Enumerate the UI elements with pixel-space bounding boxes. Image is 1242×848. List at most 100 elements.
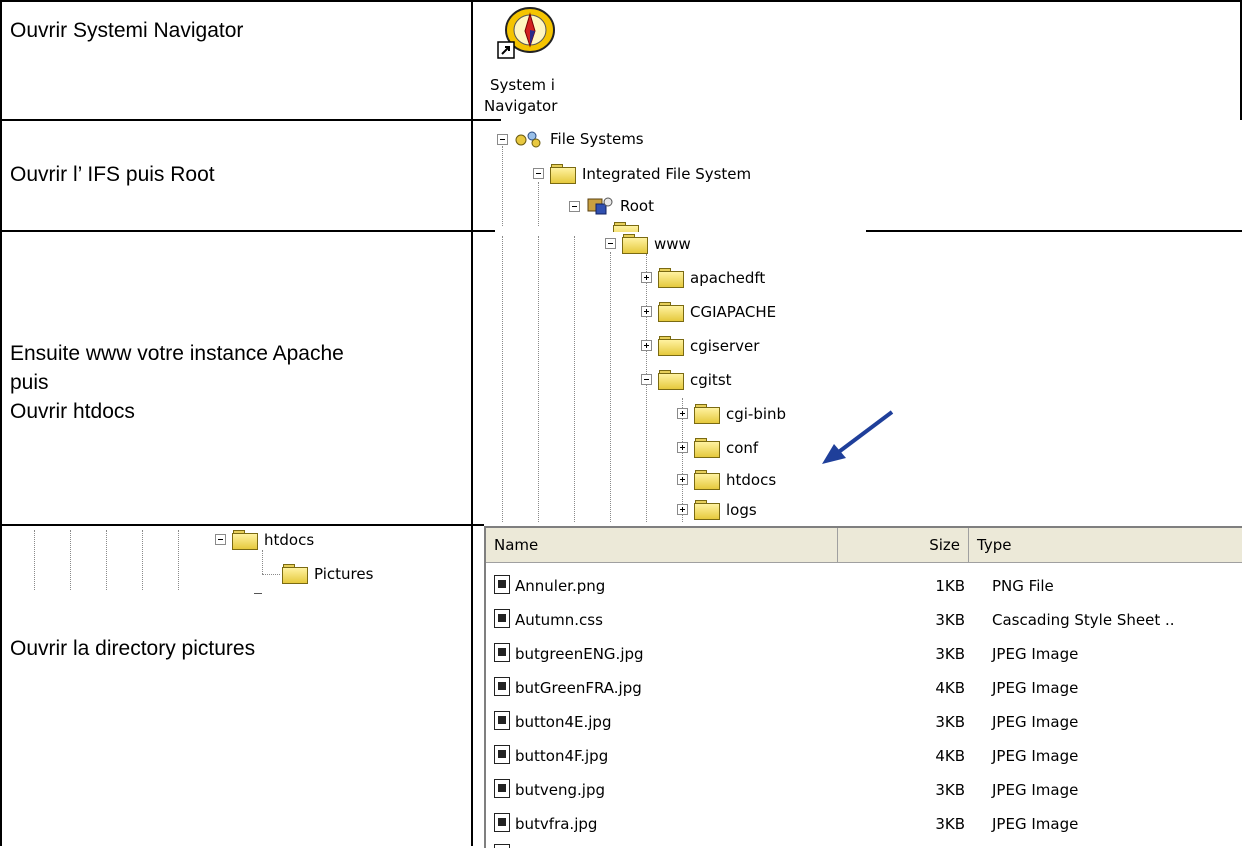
- root-icon: [587, 197, 613, 215]
- expand-icon[interactable]: [677, 442, 688, 453]
- tree-label: conf: [726, 438, 759, 457]
- table-column-divider: [471, 0, 473, 846]
- tree-guide: [70, 530, 71, 590]
- collapse-icon[interactable]: [605, 238, 616, 249]
- file-size: 1KB: [935, 577, 965, 595]
- expand-icon[interactable]: [641, 272, 652, 283]
- folder-icon: [694, 470, 720, 490]
- image-file-icon: [494, 575, 510, 594]
- tree-item-ifs[interactable]: Integrated File System: [533, 164, 751, 184]
- file-row[interactable]: button4E.jpg 3KB JPEG Image: [486, 705, 1242, 739]
- file-name-cell: butveng.jpg: [494, 773, 605, 807]
- step-3-text: Ensuite www votre instance Apache puis O…: [10, 339, 344, 426]
- tree-item-cgiserver[interactable]: cgiserver: [641, 336, 760, 356]
- file-type: JPEG Image: [992, 713, 1079, 731]
- step-1-text: Ouvrir Systemi Navigator: [10, 16, 243, 45]
- tree-item-htdocs-expanded[interactable]: htdocs: [215, 530, 314, 550]
- expand-icon[interactable]: [641, 340, 652, 351]
- image-file-icon: [494, 643, 510, 662]
- tree-item-cgi-binb[interactable]: cgi-binb: [677, 404, 786, 424]
- file-row[interactable]: button4F.jpg 4KB JPEG Image: [486, 739, 1242, 773]
- file-row[interactable]: butvfra.jpg 3KB JPEG Image: [486, 807, 1242, 841]
- tree-label: CGIAPACHE: [690, 302, 777, 321]
- shortcut-label-line-1: System i: [490, 76, 555, 94]
- file-row[interactable]: butveng.jpg 3KB JPEG Image: [486, 773, 1242, 807]
- file-name: butGreenFRA.jpg: [515, 679, 642, 697]
- tree-item-root[interactable]: Root: [569, 196, 654, 216]
- file-type: JPEG Image: [992, 679, 1079, 697]
- tree-item-cgiapache[interactable]: CGIAPACHE: [641, 302, 777, 322]
- collapse-icon[interactable]: [533, 168, 544, 179]
- tree-item-logs[interactable]: logs: [677, 500, 757, 520]
- step-3-line-2: puis: [10, 371, 49, 394]
- tree-guide: [502, 236, 503, 522]
- file-name-cell: button4E.jpg: [494, 705, 611, 739]
- tree-item-conf[interactable]: conf: [677, 438, 759, 458]
- file-type: PNG File: [992, 577, 1054, 595]
- collapse-icon[interactable]: [641, 374, 652, 385]
- tree-guide: [610, 252, 611, 522]
- file-list[interactable]: Name Size Type Annuler.png 1KB PNG File …: [484, 526, 1242, 848]
- expand-icon[interactable]: [677, 504, 688, 515]
- image-file-icon: [494, 711, 510, 730]
- expand-icon[interactable]: [641, 306, 652, 317]
- tree-label: apachedft: [690, 268, 766, 287]
- tree-guide: [178, 530, 179, 590]
- column-header-size[interactable]: Size: [838, 528, 969, 562]
- step-2-text: Ouvrir l’ IFS puis Root: [10, 160, 215, 189]
- tree-label: cgitst: [690, 370, 732, 389]
- column-header-name[interactable]: Name: [486, 528, 838, 562]
- expand-icon[interactable]: [677, 408, 688, 419]
- folder-icon: [694, 500, 720, 520]
- file-size: 3KB: [935, 611, 965, 629]
- tree-label-file-systems: File Systems: [550, 130, 644, 148]
- tree-guide: [502, 146, 503, 226]
- tree-item-pictures[interactable]: Pictures: [282, 564, 374, 584]
- image-file-icon: [494, 745, 510, 764]
- partial-folder-icon: [613, 222, 639, 232]
- tree-label-pictures: Pictures: [314, 564, 374, 583]
- system-i-navigator-shortcut[interactable]: System i Navigator: [484, 4, 574, 116]
- tree-guide: [574, 236, 575, 522]
- tree-item-htdocs[interactable]: htdocs: [677, 470, 776, 490]
- file-name: Annuler.png: [515, 577, 606, 595]
- tree-item-file-systems[interactable]: File Systems: [497, 130, 644, 148]
- file-type: JPEG Image: [992, 815, 1079, 833]
- tree-item-apachedft[interactable]: apachedft: [641, 268, 766, 288]
- image-file-icon: [494, 779, 510, 798]
- file-name: Autumn.css: [515, 611, 603, 629]
- collapse-icon[interactable]: [497, 133, 508, 145]
- folder-icon: [658, 370, 684, 390]
- file-row[interactable]: Autumn.css 3KB Cascading Style Sheet ..: [486, 603, 1242, 637]
- file-size: 3KB: [935, 713, 965, 731]
- tree-guide: [538, 182, 539, 226]
- css-file-icon: [494, 609, 510, 628]
- file-row[interactable]: Annuler.png 1KB PNG File: [486, 569, 1242, 603]
- file-name: butvfra.jpg: [515, 815, 598, 833]
- step-1-line-1: Ouvrir Systemi Navigator: [10, 19, 244, 42]
- step-2-line-1: Ouvrir l’ IFS puis Root: [10, 163, 215, 186]
- tree-label: cgiserver: [690, 336, 760, 355]
- file-name: button4E.jpg: [515, 713, 612, 731]
- file-size: 3KB: [935, 645, 965, 663]
- tree-label-root: Root: [620, 197, 654, 215]
- tree-label-www: www: [654, 234, 691, 253]
- collapse-icon[interactable]: [569, 200, 580, 212]
- file-name: butgreenENG.jpg: [515, 645, 644, 663]
- expand-icon[interactable]: [677, 474, 688, 485]
- column-header-type[interactable]: Type: [969, 528, 1242, 562]
- tree-guide: [262, 574, 280, 575]
- file-type: Cascading Style Sheet ..: [992, 611, 1175, 629]
- collapse-icon[interactable]: [215, 534, 226, 545]
- image-file-icon: [494, 813, 510, 832]
- file-row[interactable]: butGreenFRA.jpg 4KB JPEG Image: [486, 671, 1242, 705]
- folder-icon: [622, 234, 648, 254]
- file-type: JPEG Image: [992, 781, 1079, 799]
- file-size: 4KB: [935, 679, 965, 697]
- partial-file-icon: [494, 844, 510, 848]
- tree-item-www[interactable]: www: [605, 234, 691, 254]
- file-name-cell: Annuler.png: [494, 569, 605, 603]
- file-row[interactable]: butgreenENG.jpg 3KB JPEG Image: [486, 637, 1242, 671]
- tree-item-cgitst[interactable]: cgitst: [641, 370, 732, 390]
- file-name-cell: butGreenFRA.jpg: [494, 671, 642, 705]
